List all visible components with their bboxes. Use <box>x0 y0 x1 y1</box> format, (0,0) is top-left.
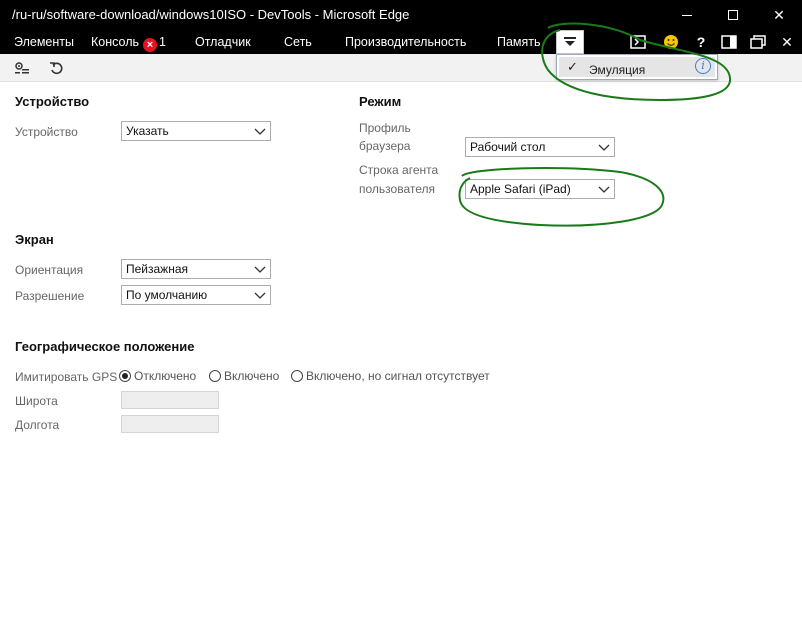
tab-network[interactable]: Сеть <box>284 35 312 49</box>
latitude-label: Широта <box>15 394 58 408</box>
browser-profile-label-line2: браузера <box>359 139 411 153</box>
checkmark-icon: ✓ <box>567 59 578 74</box>
menu-item-emulation-label: Эмуляция <box>589 63 646 77</box>
browser-profile-value: Рабочий стол <box>470 140 546 154</box>
console-button[interactable] <box>629 33 647 51</box>
overflow-menu-button[interactable] <box>556 30 584 54</box>
orientation-select[interactable]: Пейзажная <box>121 259 271 279</box>
undock-icon <box>750 35 766 49</box>
device-label: Устройство <box>15 125 78 139</box>
title-bar: /ru-ru/software-download/windows10ISO - … <box>0 0 802 30</box>
gps-label: Имитировать GPS <box>15 370 118 384</box>
user-agent-label-line1: Строка агента <box>359 163 439 177</box>
browser-profile-label-line1: Профиль <box>359 121 411 135</box>
undock-button[interactable] <box>749 33 767 51</box>
user-agent-value: Apple Safari (iPad) <box>470 182 571 196</box>
radio-selected-icon <box>119 370 131 382</box>
geolocation-section-title: Географическое положение <box>15 339 195 354</box>
gps-radio-on[interactable]: Включено <box>209 369 279 383</box>
resolution-select[interactable]: По умолчанию <box>121 285 271 305</box>
tab-performance[interactable]: Производительность <box>345 35 466 49</box>
tab-memory[interactable]: Память <box>497 35 541 49</box>
console-icon <box>630 35 646 49</box>
overflow-menu: ✓ Эмуляция i <box>556 54 718 80</box>
close-devtools-button[interactable]: ✕ <box>778 33 796 51</box>
user-agent-label-line2: пользователя <box>359 182 435 196</box>
chevron-down-icon <box>254 266 266 273</box>
dock-icon <box>721 35 737 49</box>
minimize-icon <box>682 14 692 16</box>
orientation-label: Ориентация <box>15 263 84 277</box>
gps-radio-no-signal[interactable]: Включено, но сигнал отсутствует <box>291 369 490 383</box>
gps-radio-off[interactable]: Отключено <box>119 369 196 383</box>
minimize-button[interactable] <box>664 0 710 30</box>
longitude-input[interactable] <box>121 415 219 433</box>
maximize-icon <box>728 10 738 20</box>
browser-profile-select[interactable]: Рабочий стол <box>465 137 615 157</box>
feedback-smiley-icon <box>664 35 678 49</box>
settings-icon <box>15 62 29 74</box>
resolution-label: Разрешение <box>15 289 85 303</box>
chevron-down-icon <box>598 144 610 151</box>
tab-console-label: Консоль <box>91 35 140 49</box>
radio-unselected-icon <box>209 370 221 382</box>
error-count: 1 <box>159 35 166 49</box>
latitude-input[interactable] <box>121 391 219 409</box>
gps-radio-off-label: Отключено <box>134 369 197 383</box>
orientation-value: Пейзажная <box>126 262 189 276</box>
maximize-button[interactable] <box>710 0 756 30</box>
close-icon: ✕ <box>773 6 785 23</box>
close-window-button[interactable]: ✕ <box>756 0 802 30</box>
device-select-value: Указать <box>126 124 169 138</box>
tab-elements[interactable]: Элементы <box>14 35 74 49</box>
screen-section-title: Экран <box>15 232 54 247</box>
longitude-label: Долгота <box>15 418 60 432</box>
help-button[interactable]: ? <box>692 33 710 51</box>
user-agent-select[interactable]: Apple Safari (iPad) <box>465 179 615 199</box>
mode-section-title: Режим <box>359 94 402 109</box>
chevron-down-icon <box>254 292 266 299</box>
reset-button[interactable] <box>47 59 65 77</box>
dock-button[interactable] <box>720 33 738 51</box>
reset-icon <box>50 62 63 75</box>
gps-radio-on-label: Включено <box>224 369 280 383</box>
menu-item-emulation[interactable]: ✓ Эмуляция i <box>559 57 715 77</box>
devtools-window: /ru-ru/software-download/windows10ISO - … <box>0 0 802 632</box>
close-icon: ✕ <box>781 33 793 50</box>
tab-debugger[interactable]: Отладчик <box>195 35 251 49</box>
device-section-title: Устройство <box>15 94 90 109</box>
tool-tab-bar: Элементы Консоль × 1 Отладчик Сеть Произво… <box>0 30 802 54</box>
window-title: /ru-ru/software-download/windows10ISO - … <box>12 7 410 22</box>
overflow-menu-icon <box>564 37 576 46</box>
radio-unselected-icon <box>291 370 303 382</box>
gps-radio-no-signal-label: Включено, но сигнал отсутствует <box>306 369 490 383</box>
settings-button[interactable] <box>13 59 31 77</box>
resolution-value: По умолчанию <box>126 288 208 302</box>
feedback-button[interactable] <box>662 33 680 51</box>
tab-console[interactable]: Консоль × 1 <box>91 35 166 52</box>
chevron-down-icon <box>598 186 610 193</box>
info-icon[interactable]: i <box>695 58 711 74</box>
help-icon: ? <box>696 34 706 50</box>
chevron-down-icon <box>254 128 266 135</box>
error-icon: × <box>143 38 158 52</box>
device-select[interactable]: Указать <box>121 121 271 141</box>
